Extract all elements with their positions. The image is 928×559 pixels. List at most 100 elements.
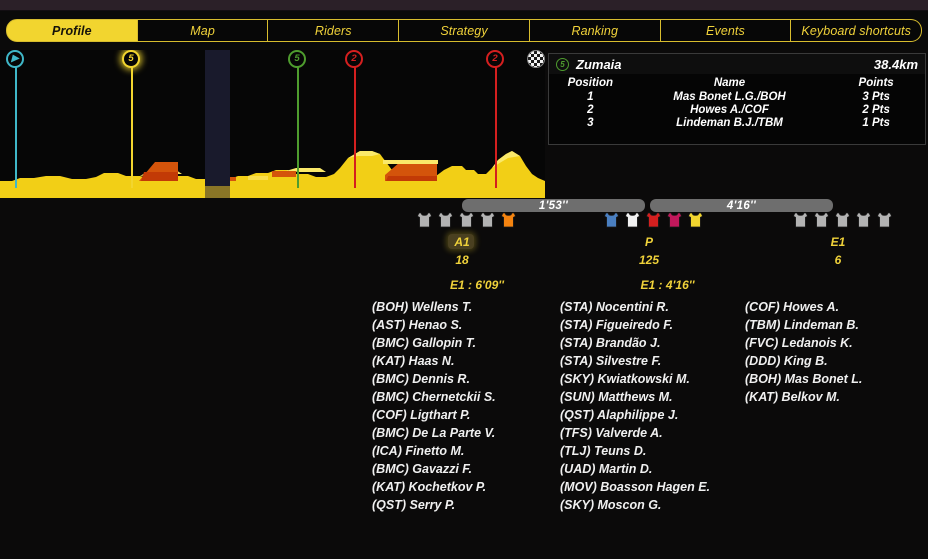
sprint-results-table: Position Name Points 1 Mas Bonet L.G./BOH… — [549, 76, 925, 129]
list-item[interactable]: (SKY) Kwiatkowski M. — [560, 370, 775, 388]
cell-points: 2 Pts — [862, 103, 890, 116]
sprint-info-header: 5 Zumaia 38.4km — [549, 54, 925, 74]
cell-name: Mas Bonet L.G./BOH — [673, 90, 786, 103]
list-item[interactable]: (BOH) Mas Bonet L. — [745, 370, 925, 388]
list-item[interactable]: (STA) Nocentini R. — [560, 298, 775, 316]
cell-points: 1 Pts — [862, 116, 890, 129]
cell-position: 2 — [587, 103, 594, 116]
column-header-position: Position — [567, 77, 614, 89]
column-header-points: Points — [858, 77, 894, 89]
list-item[interactable]: (KAT) Kochetkov P. — [372, 478, 582, 496]
sprint-info-panel: 5 Zumaia 38.4km Position Name Points 1 Ma… — [548, 53, 926, 145]
cell-position: 3 — [587, 116, 594, 129]
list-item[interactable]: (BMC) Dennis R. — [372, 370, 582, 388]
list-item[interactable]: (COF) Howes A. — [745, 298, 925, 316]
list-item[interactable]: (QST) Serry P. — [372, 496, 582, 514]
climb-badge-icon: 2 — [345, 50, 363, 68]
list-item[interactable]: (ICA) Finetto M. — [372, 442, 582, 460]
tab-strip: Profile Map Riders Strategy Ranking Events Key… — [0, 11, 928, 49]
rider-column-1-heading: E1 : 6'09'' — [450, 278, 504, 292]
marker-stem — [297, 62, 299, 188]
list-item[interactable]: (MOV) Boasson Hagen E. — [560, 478, 775, 496]
rider-column-1: E1 : 6'09'' (BOH) Wellens T. (AST) Henao … — [372, 276, 582, 514]
tab-keyboard-shortcuts[interactable]: Keyboard shortcuts — [791, 18, 923, 42]
group-echelon-1-count: 6 — [834, 253, 842, 267]
tab-strategy[interactable]: Strategy — [399, 18, 530, 42]
climb-badge-icon: 2 — [486, 50, 504, 68]
elevation-profile[interactable]: ▶ 5 5 2 2 — [0, 50, 545, 198]
rider-column-3: (COF) Howes A. (TBM) Lindeman B. (FVC) Led… — [745, 276, 925, 406]
group-peloton-label: P — [644, 235, 653, 249]
jersey-icon — [501, 212, 516, 228]
list-item[interactable]: (UAD) Martin D. — [560, 460, 775, 478]
list-item[interactable]: (STA) Brandão J. — [560, 334, 775, 352]
tab-riders[interactable]: Riders — [268, 18, 400, 42]
rider-column-2-heading: E1 : 4'16'' — [640, 278, 695, 292]
group-echelon-1-label: E1 — [830, 235, 846, 249]
column-header-name: Name — [713, 77, 746, 89]
list-item[interactable]: (BMC) Gallopin T. — [372, 334, 582, 352]
list-item[interactable]: (DDD) King B. — [745, 352, 925, 370]
jersey-icon — [480, 212, 495, 228]
jersey-icon — [438, 212, 453, 228]
list-item[interactable]: (TLJ) Teuns D. — [560, 442, 775, 460]
list-item[interactable]: (STA) Figueiredo F. — [560, 316, 775, 334]
tab-ranking[interactable]: Ranking — [529, 18, 661, 42]
marker-stem — [131, 62, 133, 188]
cell-name: Lindeman B.J./TBM — [676, 116, 783, 129]
rider-column-3-heading — [745, 276, 925, 298]
list-item[interactable]: (SUN) Matthews M. — [560, 388, 775, 406]
checkered-flag-icon — [527, 50, 545, 68]
jersey-icon — [667, 212, 682, 228]
list-item[interactable]: (BMC) Gavazzi F. — [372, 460, 582, 478]
list-item[interactable]: (KAT) Haas N. — [372, 352, 582, 370]
group-attack-1-jerseys[interactable] — [417, 212, 516, 228]
tab-events[interactable]: Events — [660, 18, 792, 42]
rider-column-2: E1 : 4'16'' (STA) Nocentini R. (STA) Figu… — [560, 276, 775, 514]
gap-bar-1: 1'53'' — [462, 199, 645, 212]
jersey-icon — [646, 212, 661, 228]
jersey-icon — [856, 212, 871, 228]
marker-stem-dashed — [495, 62, 497, 188]
game-window: Profile Map Riders Strategy Ranking Events Key… — [0, 0, 928, 559]
table-row: 1 Mas Bonet L.G./BOH 3 Pts — [549, 90, 925, 103]
list-item[interactable]: (BOH) Wellens T. — [372, 298, 582, 316]
tab-profile[interactable]: Profile — [6, 18, 138, 42]
group-echelon-1-jerseys[interactable] — [793, 212, 892, 228]
list-item[interactable]: (QST) Alaphilippe J. — [560, 406, 775, 424]
cell-position: 1 — [587, 90, 594, 103]
table-row: 2 Howes A./COF 2 Pts — [549, 103, 925, 116]
cell-points: 3 Pts — [862, 90, 890, 103]
list-item[interactable]: (KAT) Belkov M. — [745, 388, 925, 406]
tab-map[interactable]: Map — [137, 18, 269, 42]
sprint-badge-icon: 5 — [288, 50, 306, 68]
tunnel-band — [205, 50, 230, 186]
marker-stem-dashed — [354, 62, 356, 188]
jersey-icon — [793, 212, 808, 228]
rider-lists: E1 : 6'09'' (BOH) Wellens T. (AST) Henao … — [0, 276, 928, 559]
sprint-distance: 38.4km — [873, 56, 918, 72]
list-item[interactable]: (BMC) De La Parte V. — [372, 424, 582, 442]
table-row: 3 Lindeman B.J./TBM 1 Pts — [549, 116, 925, 129]
sprint-badge-icon: 5 — [556, 57, 569, 71]
list-item[interactable]: (BMC) Chernetckii S. — [372, 388, 582, 406]
list-item[interactable]: (TFS) Valverde A. — [560, 424, 775, 442]
marker-stem — [15, 62, 17, 188]
elevation-terrain — [0, 151, 545, 198]
list-item[interactable]: (STA) Silvestre F. — [560, 352, 775, 370]
table-header-row: Position Name Points — [549, 76, 925, 90]
list-item[interactable]: (TBM) Lindeman B. — [745, 316, 925, 334]
sprint-badge-icon: 5 — [122, 50, 140, 68]
jersey-icon — [417, 212, 432, 228]
group-attack-1-label: A1 — [454, 235, 470, 249]
jersey-icon — [625, 212, 640, 228]
group-peloton-count: 125 — [638, 253, 660, 267]
jersey-icon — [877, 212, 892, 228]
list-item[interactable]: (SKY) Moscon G. — [560, 496, 775, 514]
jersey-icon — [459, 212, 474, 228]
list-item[interactable]: (AST) Henao S. — [372, 316, 582, 334]
list-item[interactable]: (FVC) Ledanois K. — [745, 334, 925, 352]
start-badge-icon: ▶ — [6, 50, 24, 68]
list-item[interactable]: (COF) Ligthart P. — [372, 406, 582, 424]
group-peloton-jerseys[interactable] — [604, 212, 703, 228]
